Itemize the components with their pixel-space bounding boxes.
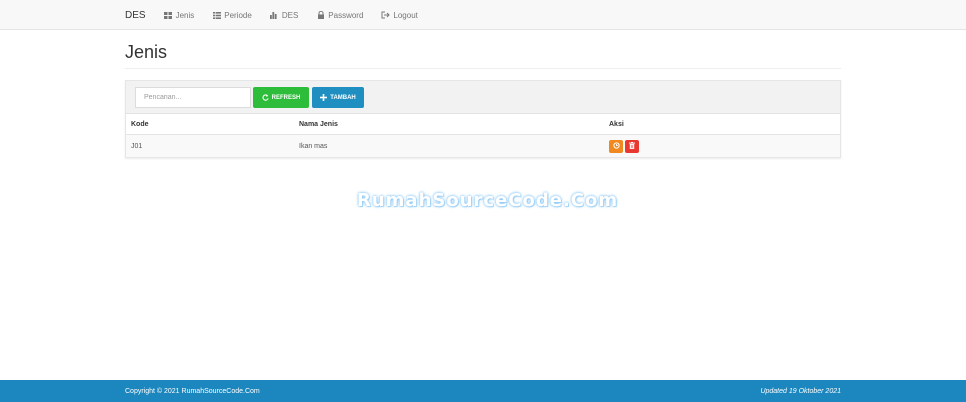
nav-label-logout: Logout <box>393 10 418 20</box>
list-icon <box>212 11 221 19</box>
plus-icon <box>320 94 328 101</box>
add-button[interactable]: TAMBAH <box>312 87 364 108</box>
table-row: J01 Ikan mas <box>126 135 840 157</box>
logout-icon <box>381 11 391 19</box>
add-label: TAMBAH <box>330 94 356 101</box>
navbar-brand[interactable]: DES <box>125 10 146 21</box>
nav-item-password[interactable]: Password <box>316 11 363 20</box>
lock-icon <box>316 11 325 19</box>
nav-label-des: DES <box>281 10 299 20</box>
th-large-icon <box>164 11 173 19</box>
refresh-button[interactable]: REFRESH <box>253 87 309 108</box>
top-navbar: DES Jenis Periode DES Password Logout <box>0 0 966 30</box>
page-footer: Copyright © 2021 RumahSourceCode.Com Upd… <box>0 380 966 402</box>
watermark-text: RumahSourceCode.Com <box>357 190 619 211</box>
nav-item-jenis[interactable]: Jenis <box>164 10 195 20</box>
trash-icon <box>629 141 635 151</box>
nav-label-periode: Periode <box>224 10 252 20</box>
search-input[interactable] <box>135 87 251 108</box>
refresh-icon <box>262 94 269 101</box>
edit-button[interactable] <box>609 139 623 153</box>
nav-item-des[interactable]: DES <box>270 11 298 20</box>
footer-updated: Updated 19 Oktober 2021 <box>760 387 841 395</box>
refresh-label: REFRESH <box>271 94 301 101</box>
data-panel: REFRESH TAMBAH Kode Nama Jenis Aksi J01 … <box>125 80 841 158</box>
table-header-row: Kode Nama Jenis Aksi <box>126 114 840 135</box>
panel-toolbar: REFRESH TAMBAH <box>126 81 840 114</box>
nav-item-logout[interactable]: Logout <box>381 10 418 20</box>
nav-label-password: Password <box>328 10 364 20</box>
navbar-inner: DES Jenis Periode DES Password Logout <box>125 0 436 30</box>
cell-nama-jenis: Ikan mas <box>299 142 328 150</box>
bar-chart-icon <box>270 11 279 19</box>
cell-kode: J01 <box>131 142 143 150</box>
title-divider <box>125 68 841 69</box>
delete-button[interactable] <box>625 139 639 153</box>
footer-copyright: Copyright © 2021 RumahSourceCode.Com <box>125 387 260 395</box>
page-title: Jenis <box>125 42 168 62</box>
edit-icon <box>612 141 620 151</box>
header-nama-jenis[interactable]: Nama Jenis <box>299 114 338 134</box>
header-kode[interactable]: Kode <box>131 114 149 134</box>
cell-actions <box>609 135 641 157</box>
jenis-table: Kode Nama Jenis Aksi J01 Ikan mas <box>126 114 840 157</box>
header-aksi: Aksi <box>609 120 624 128</box>
nav-item-periode[interactable]: Periode <box>212 11 252 20</box>
nav-label-jenis: Jenis <box>175 10 195 20</box>
